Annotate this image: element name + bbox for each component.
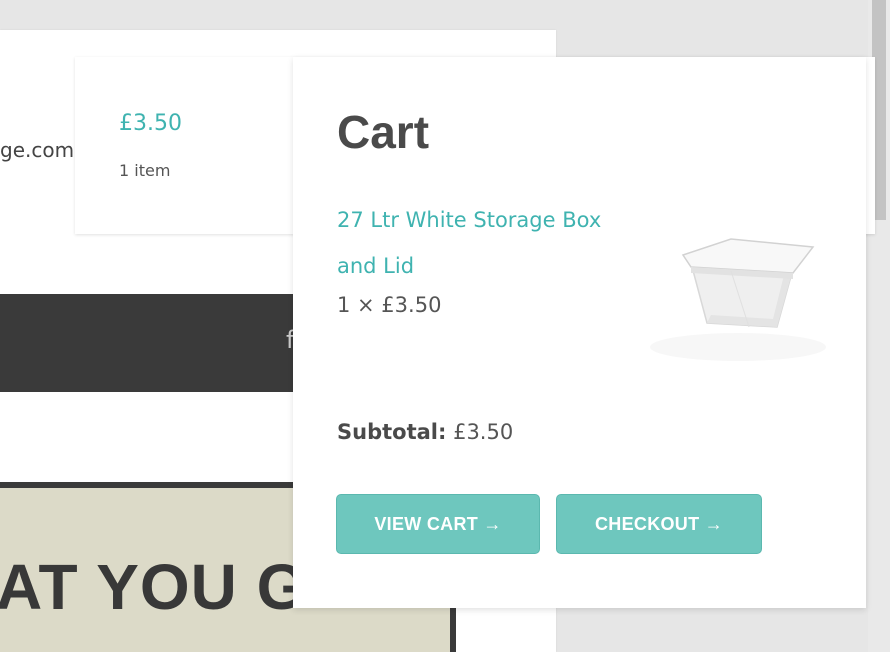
view-cart-button[interactable]: VIEW CART → — [336, 494, 540, 554]
email-text: ge.com — [0, 138, 75, 162]
storage-box-image[interactable] — [645, 187, 831, 373]
product-link[interactable]: 27 Ltr White Storage Box and Lid — [337, 197, 617, 289]
cart-total: £3.50 — [119, 111, 182, 136]
subtotal-label: Subtotal: — [337, 420, 447, 444]
banner-heading: AT YOU G — [0, 551, 308, 623]
subtotal: Subtotal: £3.50 — [337, 420, 513, 444]
cart-dropdown: Cart 27 Ltr White Storage Box and Lid 1 … — [293, 57, 866, 608]
cart-item-count: 1 item — [119, 161, 171, 180]
checkout-button[interactable]: CHECKOUT → — [556, 494, 762, 554]
storage-box-icon — [650, 238, 826, 361]
cart-title: Cart — [337, 106, 430, 158]
product-quantity-price: 1 × £3.50 — [337, 293, 442, 317]
subtotal-value: £3.50 — [453, 420, 514, 444]
